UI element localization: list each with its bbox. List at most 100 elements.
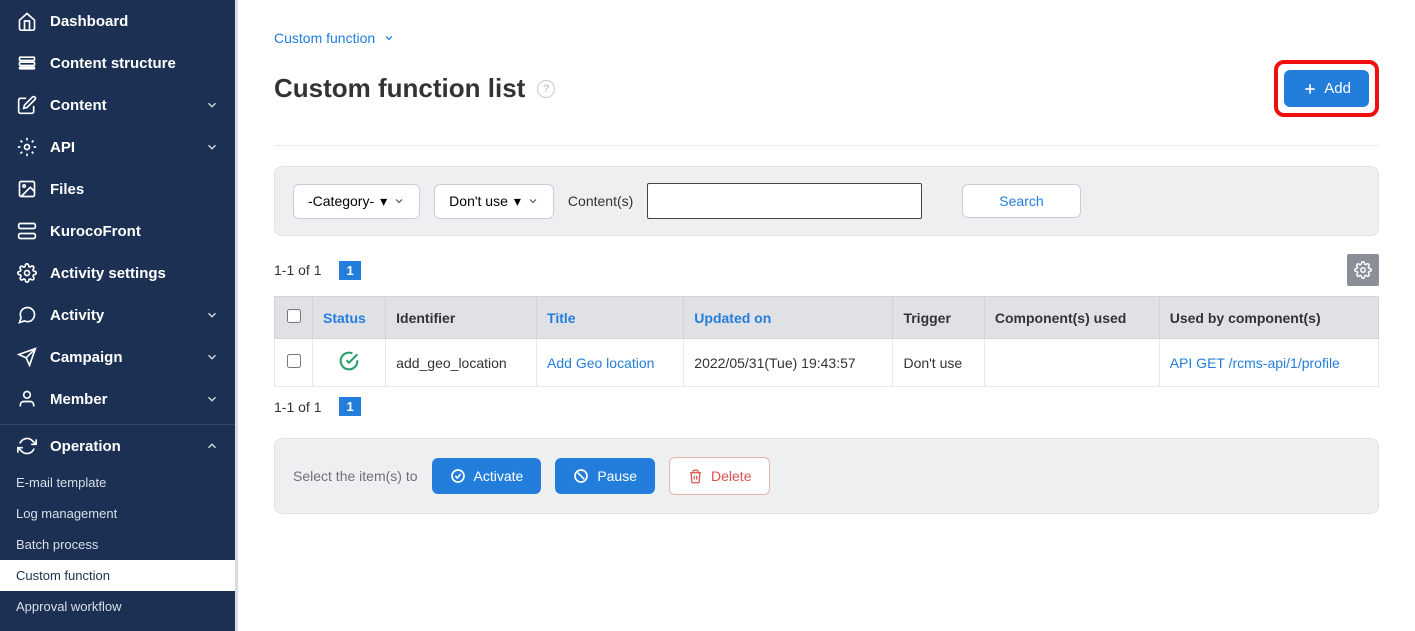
row-title-link[interactable]: Add Geo location [547, 355, 654, 371]
sidebar-item-log-management[interactable]: Log management [0, 498, 235, 529]
pager-page[interactable]: 1 [339, 397, 360, 416]
sidebar-item-label: Member [50, 391, 205, 408]
page-title-text: Custom function list [274, 73, 525, 104]
sidebar-item-label: Activity settings [50, 265, 219, 282]
send-icon [16, 346, 38, 368]
sidebar-item-label: E-mail template [16, 475, 219, 490]
sidebar-item-approval-workflow[interactable]: Approval workflow [0, 591, 235, 622]
category-dropdown-label: -Category- [308, 193, 374, 209]
activate-button[interactable]: Activate [432, 458, 542, 494]
sidebar-item-activity-settings[interactable]: Activity settings [0, 252, 235, 294]
use-dropdown-label: Don't use [449, 193, 508, 209]
home-icon [16, 10, 38, 32]
category-dropdown[interactable]: -Category- ▾ [293, 184, 420, 219]
sidebar-item-label: Custom function [16, 568, 219, 583]
header-updated[interactable]: Updated on [684, 297, 893, 339]
sidebar-item-label: KurocoFront [50, 223, 219, 240]
delete-button-label: Delete [711, 468, 751, 484]
main-content: Custom function Custom function list ? A… [235, 0, 1415, 631]
row-trigger: Don't use [893, 339, 984, 387]
caret-down-icon: ▾ [514, 193, 521, 210]
sidebar-item-label: API [50, 139, 205, 156]
pause-circle-icon [573, 468, 589, 484]
chevron-down-icon [205, 98, 219, 112]
sidebar-item-label: Campaign [50, 349, 205, 366]
sidebar-item-dashboard[interactable]: Dashboard [0, 0, 235, 42]
row-components-used [984, 339, 1159, 387]
row-used-by-link[interactable]: API GET /rcms-api/1/profile [1170, 355, 1340, 371]
table-header-row: Status Identifier Title Updated on Trigg… [275, 297, 1379, 339]
sidebar-item-operation[interactable]: Operation [0, 425, 235, 467]
sidebar-item-content[interactable]: Content [0, 84, 235, 126]
use-dropdown[interactable]: Don't use ▾ [434, 184, 554, 219]
bulk-actions-panel: Select the item(s) to Activate Pause [274, 438, 1379, 514]
header-status[interactable]: Status [313, 297, 386, 339]
header-identifier: Identifier [386, 297, 537, 339]
sidebar-item-files[interactable]: Files [0, 168, 235, 210]
contents-label: Content(s) [568, 193, 633, 209]
activate-button-label: Activate [474, 468, 524, 484]
gear-icon [16, 262, 38, 284]
chevron-down-icon [393, 195, 405, 207]
check-circle-icon [450, 468, 466, 484]
select-all-checkbox[interactable] [287, 309, 301, 323]
help-icon[interactable]: ? [537, 80, 555, 98]
api-icon [16, 136, 38, 158]
sidebar-item-label: Operation [50, 438, 205, 455]
chevron-down-icon [205, 140, 219, 154]
chevron-down-icon [527, 195, 539, 207]
row-checkbox[interactable] [287, 354, 301, 368]
function-table: Status Identifier Title Updated on Trigg… [274, 296, 1379, 387]
add-button-label: Add [1324, 80, 1351, 97]
chevron-down-icon [205, 350, 219, 364]
pause-button[interactable]: Pause [555, 458, 655, 494]
search-input[interactable] [647, 183, 922, 219]
sidebar-item-activity[interactable]: Activity [0, 294, 235, 336]
sidebar-item-label: Files [50, 181, 219, 198]
sidebar-item-api[interactable]: API [0, 126, 235, 168]
pager-top: 1-1 of 1 1 [274, 254, 1379, 286]
sidebar-item-content-structure[interactable]: Content structure [0, 42, 235, 84]
sidebar: Dashboard Content structure Content [0, 0, 235, 631]
user-icon [16, 388, 38, 410]
layers-icon [16, 52, 38, 74]
header-trigger: Trigger [893, 297, 984, 339]
chevron-down-icon [205, 392, 219, 406]
header-checkbox [275, 297, 313, 339]
sidebar-item-campaign[interactable]: Campaign [0, 336, 235, 378]
pager-text: 1-1 of 1 [274, 399, 321, 415]
header-used-by: Used by component(s) [1159, 297, 1378, 339]
sidebar-item-kurocofront[interactable]: KurocoFront [0, 210, 235, 252]
sidebar-item-custom-function[interactable]: Custom function [0, 560, 235, 591]
chevron-down-icon [383, 32, 395, 44]
pager-page[interactable]: 1 [339, 261, 360, 280]
chevron-up-icon [205, 439, 219, 453]
breadcrumb[interactable]: Custom function [274, 30, 1379, 46]
bulk-prompt: Select the item(s) to [293, 468, 418, 484]
sidebar-item-label: Activity [50, 307, 205, 324]
trash-icon [688, 469, 703, 484]
chevron-down-icon [205, 308, 219, 322]
add-button[interactable]: Add [1284, 70, 1369, 107]
status-ok-icon [339, 351, 359, 371]
sidebar-item-member[interactable]: Member [0, 378, 235, 420]
search-button-label: Search [999, 193, 1043, 209]
breadcrumb-label: Custom function [274, 30, 375, 46]
search-button[interactable]: Search [962, 184, 1080, 218]
edit-icon [16, 94, 38, 116]
sidebar-item-label: Log management [16, 506, 219, 521]
refresh-icon [16, 435, 38, 457]
pager-text: 1-1 of 1 [274, 262, 321, 278]
caret-down-icon: ▾ [380, 193, 387, 210]
sidebar-item-label: Batch process [16, 537, 219, 552]
header-title[interactable]: Title [537, 297, 684, 339]
sidebar-item-email-template[interactable]: E-mail template [0, 467, 235, 498]
sidebar-item-batch-process[interactable]: Batch process [0, 529, 235, 560]
add-button-highlight: Add [1274, 60, 1379, 117]
server-icon [16, 220, 38, 242]
delete-button[interactable]: Delete [669, 457, 770, 495]
row-identifier: add_geo_location [386, 339, 537, 387]
table-settings-button[interactable] [1347, 254, 1379, 286]
page-title: Custom function list ? [274, 73, 555, 104]
table-row: add_geo_location Add Geo location 2022/0… [275, 339, 1379, 387]
